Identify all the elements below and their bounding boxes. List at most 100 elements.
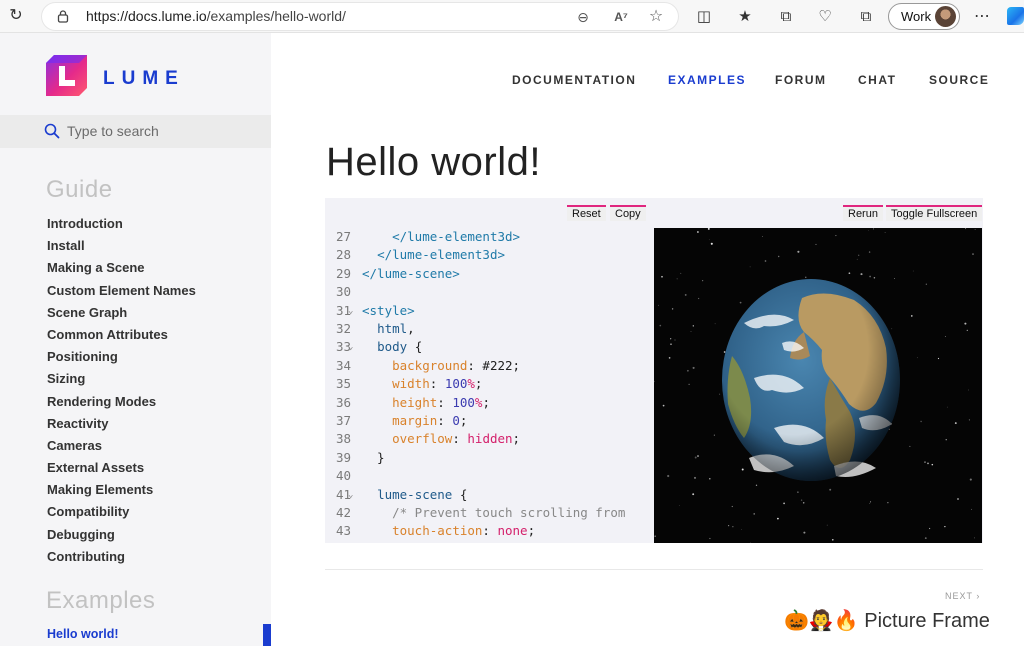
- sidebar-item-rendering-modes[interactable]: Rendering Modes: [47, 393, 196, 415]
- code-token: ;: [459, 413, 468, 428]
- code-text: </lume-element3d>: [362, 228, 520, 246]
- code-token: ;: [512, 431, 521, 447]
- lume-logo-icon[interactable]: [46, 55, 87, 96]
- browser-essentials-icon[interactable]: ♡: [815, 7, 835, 27]
- lock-icon[interactable]: [56, 9, 70, 23]
- sidebar: LUME Type to search Guide Introduction In…: [0, 33, 271, 646]
- sidebar-item-sizing[interactable]: Sizing: [47, 370, 196, 392]
- rerun-button[interactable]: Rerun: [843, 205, 883, 221]
- nav-source[interactable]: SOURCE: [929, 73, 989, 87]
- code-text: lume-scene {: [362, 486, 467, 504]
- fold-chevron-icon[interactable]: ⌄: [348, 338, 353, 356]
- sidebar-item-positioning[interactable]: Positioning: [47, 348, 196, 370]
- code-text: html,: [362, 320, 415, 338]
- sidebar-item-hello-world[interactable]: Hello world!: [47, 627, 119, 641]
- code-text: /* Prevent touch scrolling from: [362, 504, 625, 522]
- line-number: 35: [335, 376, 351, 392]
- code-text: touch-action: none;: [362, 522, 535, 540]
- code-token: ;: [482, 394, 490, 410]
- more-icon[interactable]: ⋯: [974, 6, 991, 26]
- search-input[interactable]: Type to search: [0, 115, 271, 148]
- favorites-icon[interactable]: ★: [735, 7, 755, 27]
- fold-chevron-icon[interactable]: ⌄: [348, 302, 353, 320]
- next-label-text: NEXT: [945, 591, 973, 601]
- fold-chevron-icon[interactable]: ⌄: [348, 486, 353, 504]
- divider: [325, 569, 983, 570]
- code-token: height: [392, 394, 438, 410]
- nav-documentation[interactable]: DOCUMENTATION: [512, 73, 636, 87]
- zoom-out-icon[interactable]: ⊖: [574, 8, 592, 26]
- profile-label: Work: [901, 9, 932, 24]
- code-token: overflow: [392, 431, 453, 447]
- line-number: 42: [335, 505, 351, 520]
- code-token: %: [467, 376, 475, 392]
- page-title: Hello world!: [326, 140, 541, 184]
- sidebar-item-introduction[interactable]: Introduction: [47, 215, 196, 237]
- code-token: {: [407, 339, 423, 355]
- line-number: 34: [335, 357, 351, 373]
- code-token: </lume-scene>: [362, 265, 460, 281]
- sidebar-item-making-elements[interactable]: Making Elements: [47, 481, 196, 503]
- code-token: {: [452, 486, 468, 502]
- sidebar-item-compatibility[interactable]: Compatibility: [47, 503, 196, 525]
- code-token: :: [437, 413, 453, 428]
- line-number: 32: [335, 321, 351, 336]
- copy-button[interactable]: Copy: [610, 205, 646, 221]
- code-editor[interactable]: 27 </lume-element3d> 28 </lume-element3d>…: [325, 227, 653, 543]
- nav-forum[interactable]: FORUM: [775, 73, 827, 87]
- reload-icon[interactable]: ↻: [6, 6, 26, 26]
- code-token: body: [377, 339, 408, 355]
- sidebar-item-custom-element-names[interactable]: Custom Element Names: [47, 282, 196, 304]
- code-token: 0: [452, 413, 460, 428]
- rendered-scene[interactable]: [654, 228, 982, 543]
- collections-icon[interactable]: ⧉: [776, 7, 796, 27]
- code-token: ;: [527, 523, 536, 539]
- code-token: ;: [474, 376, 483, 392]
- sidebar-item-install[interactable]: Install: [47, 237, 196, 259]
- next-page-link[interactable]: 🎃🧛🔥 Picture Frame: [784, 608, 990, 633]
- read-aloud-icon[interactable]: A⁷: [612, 8, 630, 26]
- reset-button[interactable]: Reset: [567, 205, 606, 221]
- toggle-fullscreen-button[interactable]: Toggle Fullscreen: [886, 205, 983, 221]
- sidebar-item-reactivity[interactable]: Reactivity: [47, 415, 196, 437]
- code-text: }: [362, 449, 385, 467]
- code-text: <style>: [362, 302, 415, 320]
- address-bar[interactable]: https://docs.lume.io/examples/hello-worl…: [42, 3, 678, 30]
- code-token: hidden: [467, 431, 513, 447]
- profile-button[interactable]: Work: [888, 3, 960, 30]
- split-screen-icon[interactable]: ◫: [694, 7, 714, 27]
- code-token: lume-scene: [377, 486, 453, 502]
- url-text[interactable]: https://docs.lume.io/examples/hello-worl…: [86, 8, 346, 24]
- sidebar-item-cameras[interactable]: Cameras: [47, 437, 196, 459]
- code-token: <style>: [362, 302, 415, 318]
- sidebar-item-debugging[interactable]: Debugging: [47, 526, 196, 548]
- extensions-icon[interactable]: ⧉: [856, 7, 876, 27]
- sidebar-item-external-assets[interactable]: External Assets: [47, 459, 196, 481]
- code-token: width: [392, 376, 430, 392]
- url-path: /examples/hello-world/: [206, 8, 346, 24]
- code-text: width: 100%;: [362, 375, 482, 393]
- sidebar-item-making-a-scene[interactable]: Making a Scene: [47, 259, 196, 281]
- sidebar-item-scene-graph[interactable]: Scene Graph: [47, 304, 196, 326]
- brand-name[interactable]: LUME: [103, 68, 185, 90]
- favorite-star-icon[interactable]: ☆: [647, 8, 665, 26]
- sidebar-item-common-attributes[interactable]: Common Attributes: [47, 326, 196, 348]
- code-token: /* Prevent touch scrolling from: [392, 505, 626, 520]
- code-text: </lume-scene>: [362, 265, 460, 283]
- code-token: html: [377, 321, 408, 336]
- code-token: ,: [407, 321, 415, 336]
- copilot-icon[interactable]: [1007, 7, 1024, 25]
- code-token: :: [482, 523, 498, 539]
- code-text: height: 100%;: [362, 394, 490, 412]
- nav-examples[interactable]: EXAMPLES: [668, 73, 746, 87]
- nav-chat[interactable]: CHAT: [858, 73, 896, 87]
- sidebar-item-contributing[interactable]: Contributing: [47, 548, 196, 570]
